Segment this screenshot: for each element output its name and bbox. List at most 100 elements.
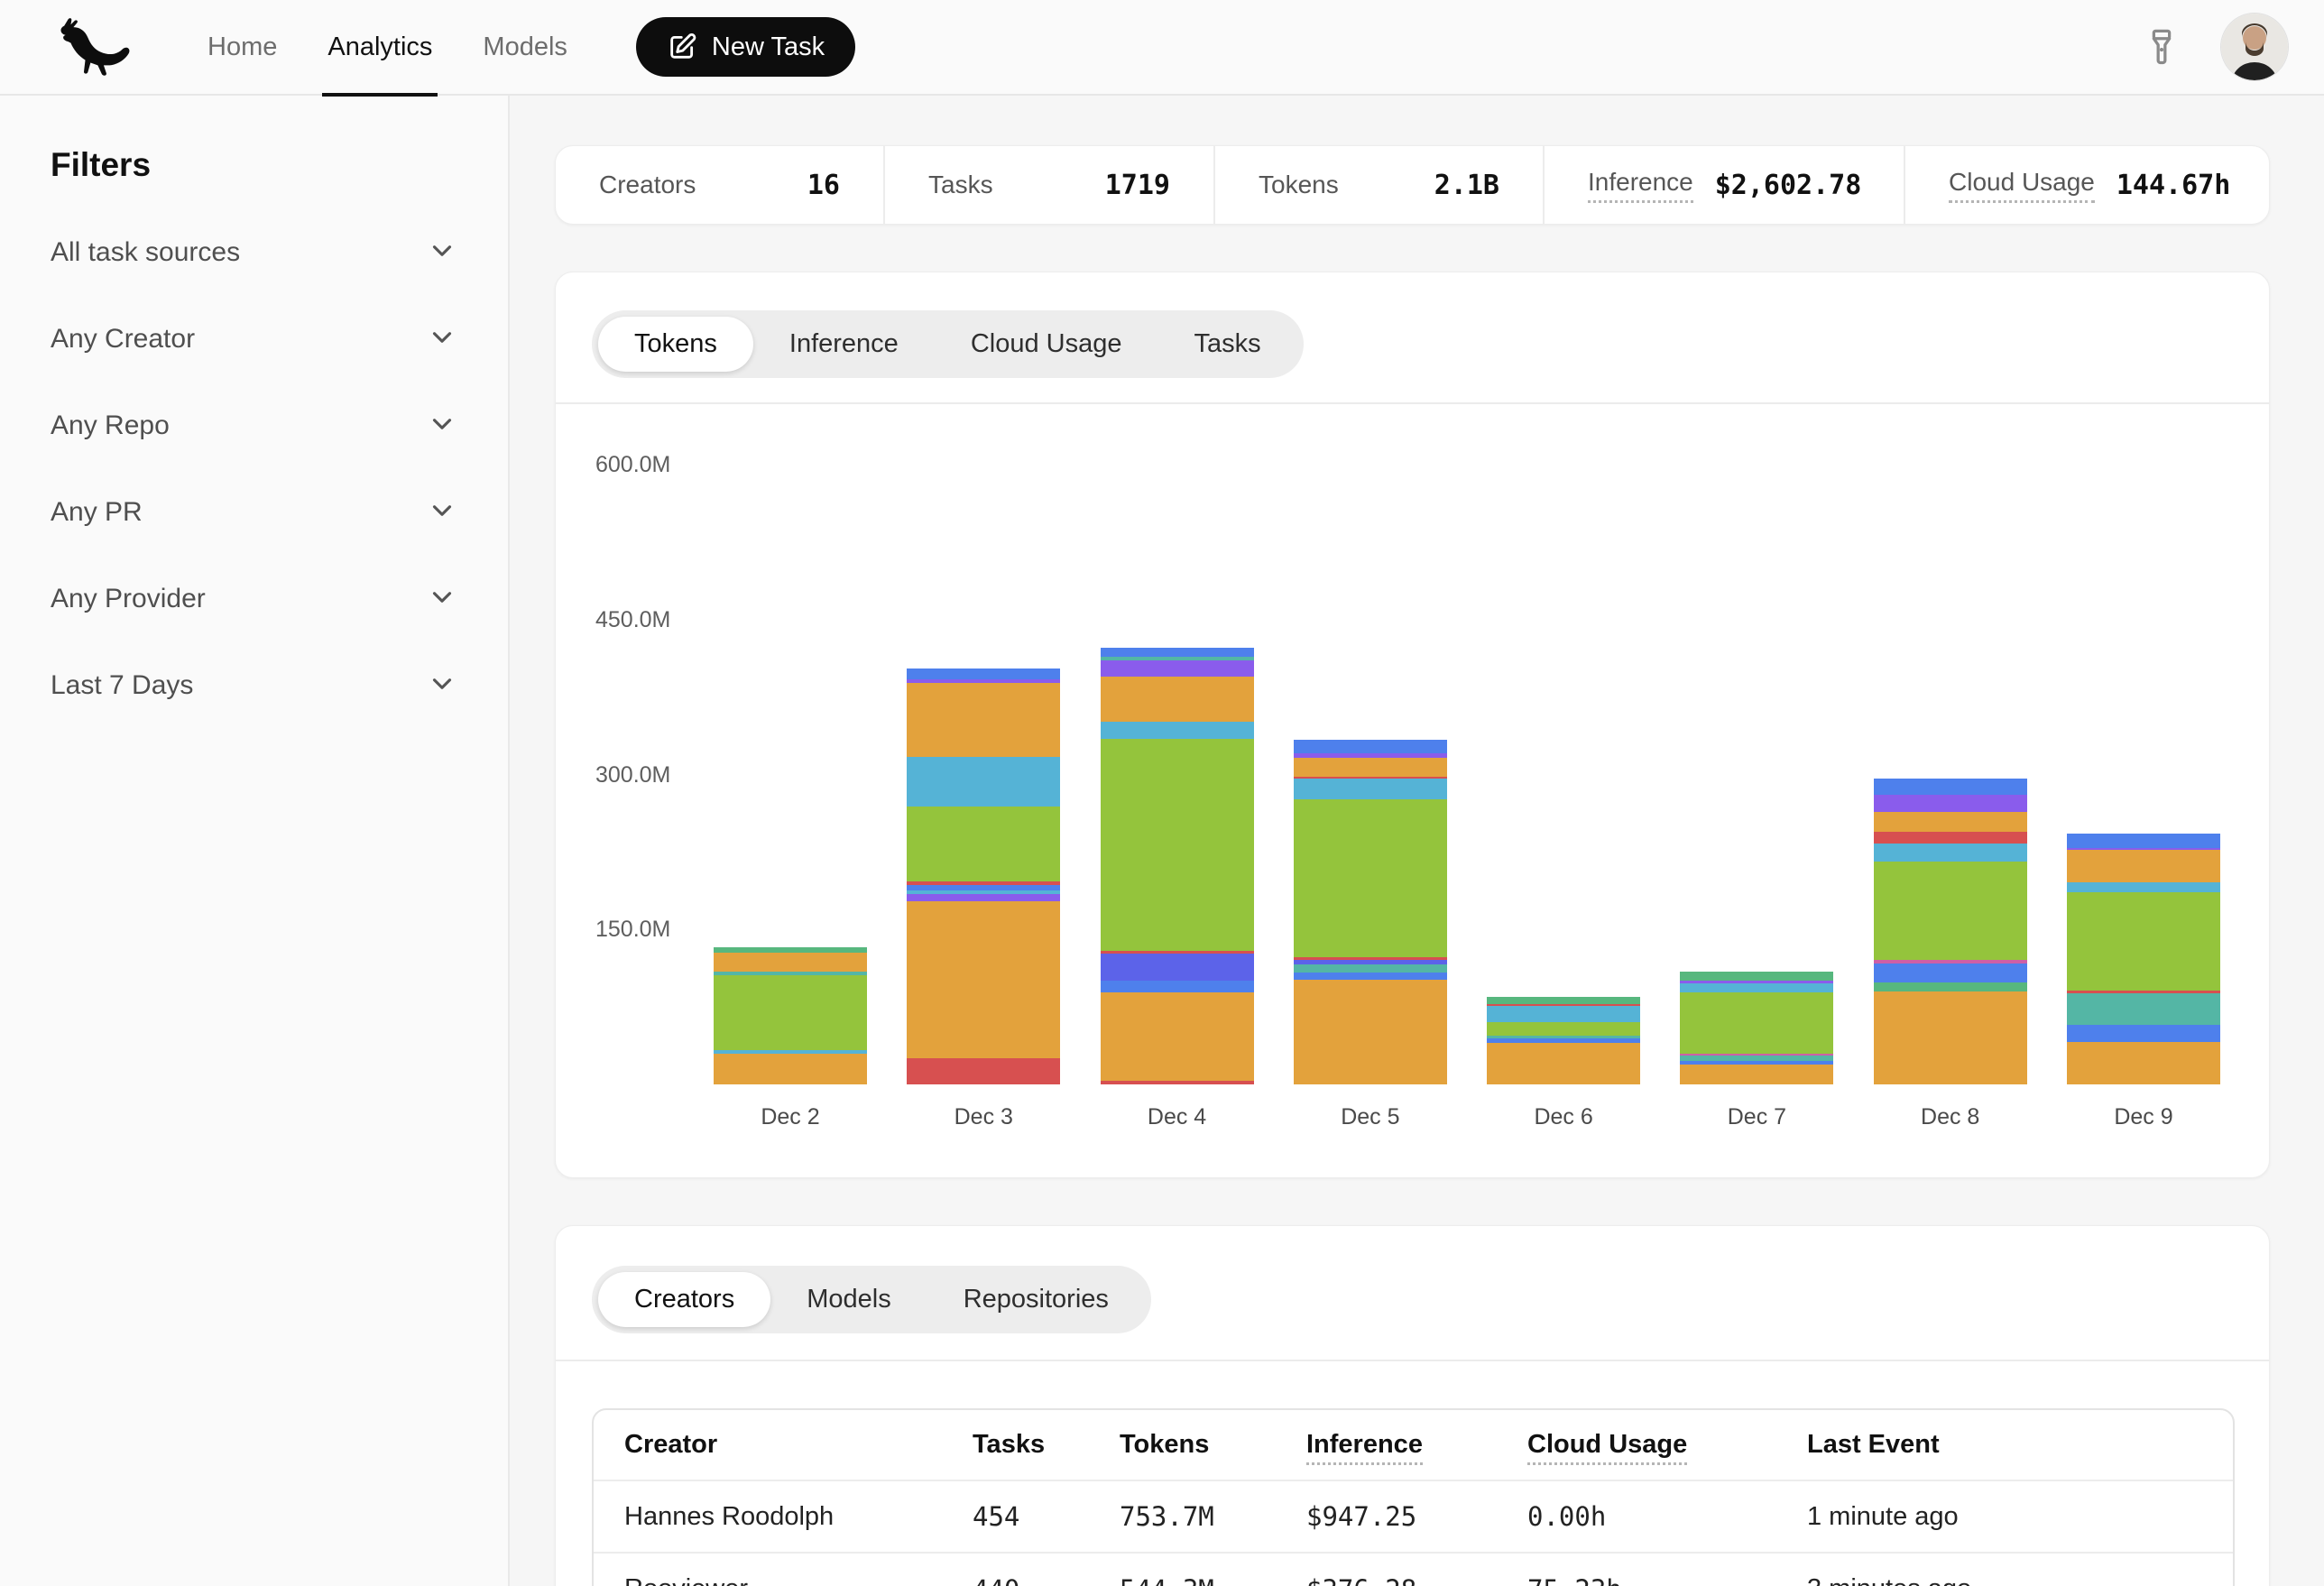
- breakdown-tab-creators[interactable]: Creators: [598, 1272, 770, 1327]
- filter-last-7-days[interactable]: Last 7 Days: [51, 642, 457, 729]
- bar-segment-seagreen: [1680, 972, 1833, 981]
- cell-last-event: 1 minute ago: [1807, 1480, 2235, 1553]
- bar-dec-7[interactable]: [1680, 972, 1833, 1084]
- x-axis: Dec 2Dec 3Dec 4Dec 5Dec 6Dec 7Dec 8Dec 9: [714, 1104, 2220, 1130]
- user-avatar[interactable]: [2221, 14, 2288, 80]
- nav-link-home[interactable]: Home: [182, 0, 302, 95]
- breakdown-tab-models[interactable]: Models: [770, 1272, 927, 1327]
- topbar-right: [2140, 14, 2324, 80]
- bar-segment-orange: [1487, 1043, 1640, 1084]
- table-row[interactable]: Hannes Roodolph454753.7M$947.250.00h1 mi…: [594, 1480, 2235, 1553]
- bar-dec-4[interactable]: [1101, 648, 1254, 1084]
- stat-label-inference[interactable]: Inference: [1588, 168, 1693, 203]
- bar-segment-orange: [714, 1054, 867, 1084]
- x-label-dec-7: Dec 7: [1680, 1104, 1833, 1130]
- analytics-page: HomeAnalyticsModels New Task: [0, 0, 2324, 1586]
- y-tick-150.0M: 150.0M: [595, 916, 670, 943]
- bar-dec-2[interactable]: [714, 947, 867, 1084]
- filter-all-task-sources[interactable]: All task sources: [51, 209, 457, 296]
- bar-segment-teal: [2067, 993, 2220, 1024]
- bar-segment-skyblue: [1680, 983, 1833, 992]
- bar-dec-3[interactable]: [907, 669, 1060, 1084]
- stat-value-inference: $2,602.78: [1715, 170, 1862, 201]
- stat-label-cloud-usage[interactable]: Cloud Usage: [1949, 168, 2095, 203]
- bar-segment-green: [714, 975, 867, 1051]
- filter-any-creator[interactable]: Any Creator: [51, 296, 457, 383]
- cell-creator: Hannes Roodolph: [594, 1480, 973, 1553]
- breakdown-tabs: CreatorsModelsRepositories: [592, 1266, 1151, 1333]
- col-header-cloud-usage[interactable]: Cloud Usage: [1527, 1410, 1807, 1480]
- chevron-down-icon: [427, 669, 457, 704]
- bar-segment-green: [1101, 739, 1254, 951]
- filter-label: Any Repo: [51, 410, 170, 441]
- stats-summary-card: Creators16Tasks1719Tokens2.1BInference$2…: [555, 145, 2270, 225]
- filter-label: Any Provider: [51, 584, 206, 614]
- filter-label: All task sources: [51, 237, 240, 268]
- cell-tokens: 753.7M: [1120, 1480, 1306, 1553]
- bar-dec-9[interactable]: [2067, 834, 2220, 1084]
- bar-segment-orange: [1101, 677, 1254, 722]
- stat-value-tokens: 2.1B: [1434, 170, 1499, 201]
- nav-link-models[interactable]: Models: [457, 0, 593, 95]
- bar-segment-orange: [1874, 812, 2027, 832]
- filter-label: Any Creator: [51, 324, 195, 355]
- table-row[interactable]: Rooviewer440544.3M$376.2875.23h3 minutes…: [594, 1553, 2235, 1586]
- bar-segment-skyblue: [1487, 1006, 1640, 1022]
- bar-segment-orange: [1101, 992, 1254, 1082]
- bar-dec-6[interactable]: [1487, 997, 1640, 1084]
- bar-dec-5[interactable]: [1294, 740, 1447, 1084]
- nav-link-analytics[interactable]: Analytics: [302, 0, 457, 95]
- kangaroo-icon: [51, 15, 137, 78]
- bar-segment-royal: [2067, 834, 2220, 848]
- bar-segment-royal: [1874, 964, 2027, 982]
- col-header-tokens: Tokens: [1120, 1410, 1306, 1480]
- stat-label-creators: Creators: [599, 171, 696, 199]
- stacked-bar-chart: [714, 272, 2220, 1084]
- bar-segment-green: [1487, 1022, 1640, 1036]
- bar-segment-orange: [907, 901, 1060, 1058]
- cell-last-event: 3 minutes ago: [1807, 1553, 2235, 1586]
- bar-segment-royal: [1101, 981, 1254, 992]
- bar-segment-orange: [1680, 1065, 1833, 1084]
- main-content: Creators16Tasks1719Tokens2.1BInference$2…: [510, 96, 2324, 1586]
- main-nav: HomeAnalyticsModels: [182, 0, 593, 95]
- kangaroo-logo[interactable]: [51, 15, 137, 78]
- filter-any-provider[interactable]: Any Provider: [51, 556, 457, 642]
- bar-segment-red: [1101, 1081, 1254, 1084]
- creators-table: CreatorTasksTokensInferenceCloud UsageLa…: [594, 1410, 2235, 1586]
- breakdown-card: CreatorsModelsRepositories CreatorTasksT…: [555, 1225, 2270, 1586]
- bar-segment-purple: [907, 894, 1060, 901]
- col-header-label: Creator: [624, 1430, 717, 1459]
- flashlight-icon[interactable]: [2140, 25, 2183, 69]
- chevron-down-icon: [427, 235, 457, 271]
- stat-cloud-usage: Cloud Usage 144.67h: [1904, 146, 2265, 224]
- stat-label-tasks: Tasks: [928, 171, 993, 199]
- x-label-dec-5: Dec 5: [1294, 1104, 1447, 1130]
- cell-tasks: 440: [973, 1553, 1120, 1586]
- bar-segment-skyblue: [2067, 882, 2220, 892]
- breakdown-tab-repositories[interactable]: Repositories: [927, 1272, 1145, 1327]
- bar-segment-royal: [1874, 779, 2027, 795]
- bar-segment-seagreen: [1487, 997, 1640, 1004]
- bar-segment-orange: [2067, 850, 2220, 882]
- col-header-last-event: Last Event: [1807, 1410, 2235, 1480]
- new-task-button[interactable]: New Task: [636, 17, 855, 77]
- col-header-label[interactable]: Inference: [1306, 1430, 1423, 1465]
- bar-segment-royal: [907, 669, 1060, 680]
- y-tick-450.0M: 450.0M: [595, 606, 670, 633]
- bar-segment-orange: [1294, 758, 1447, 777]
- table-header-row: CreatorTasksTokensInferenceCloud UsageLa…: [594, 1410, 2235, 1480]
- bar-dec-8[interactable]: [1874, 779, 2027, 1084]
- bar-segment-indigo: [1101, 954, 1254, 981]
- filter-any-repo[interactable]: Any Repo: [51, 383, 457, 469]
- x-label-dec-9: Dec 9: [2067, 1104, 2220, 1130]
- filter-any-pr[interactable]: Any PR: [51, 469, 457, 556]
- stat-value-cloud-usage: 144.67h: [2116, 170, 2230, 201]
- creators-table-wrap: CreatorTasksTokensInferenceCloud UsageLa…: [592, 1408, 2235, 1586]
- col-header-label[interactable]: Cloud Usage: [1527, 1430, 1687, 1465]
- cell-creator: Rooviewer: [594, 1553, 973, 1586]
- stat-tokens: Tokens2.1B: [1213, 146, 1543, 224]
- bar-segment-skyblue: [1874, 844, 2027, 862]
- cell-tasks: 454: [973, 1480, 1120, 1553]
- col-header-inference[interactable]: Inference: [1306, 1410, 1527, 1480]
